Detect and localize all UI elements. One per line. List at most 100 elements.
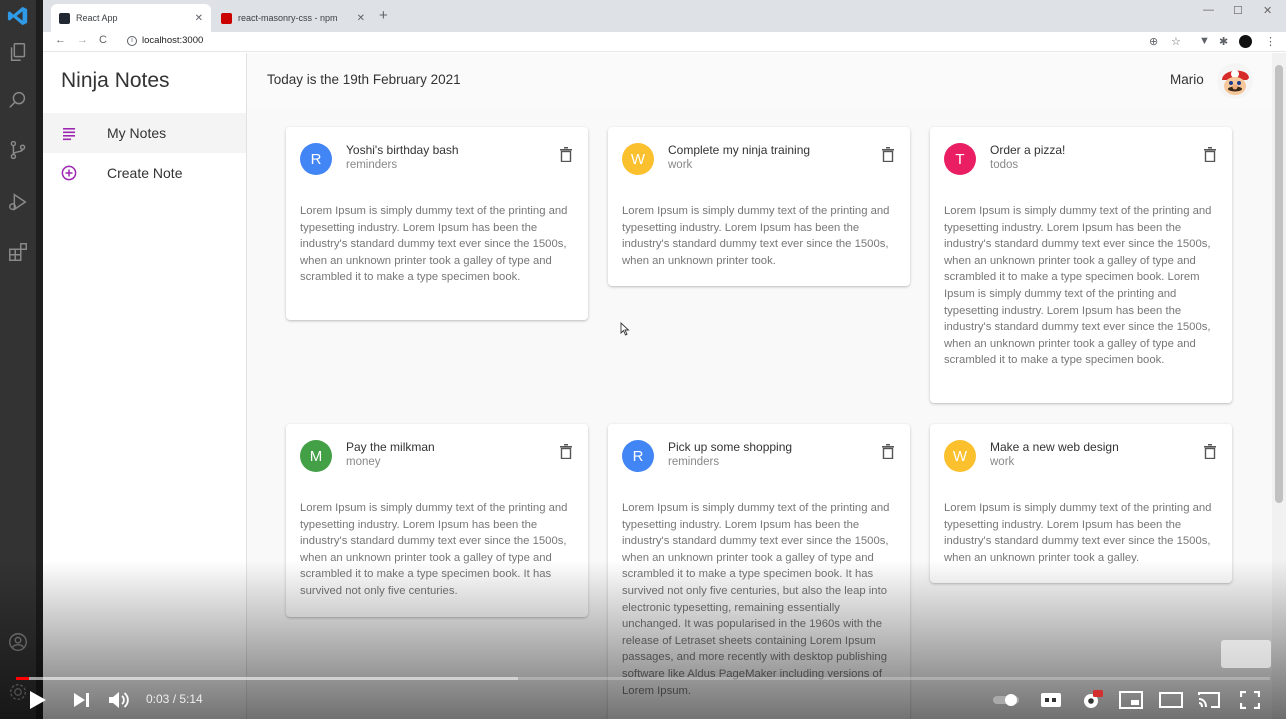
note-category: work (990, 456, 1015, 468)
delete-icon[interactable] (1204, 444, 1216, 459)
tab-label: react-masonry-css - npm (238, 13, 338, 23)
vue-devtools-icon[interactable]: ▼ (1199, 35, 1210, 47)
scrollbar-thumb[interactable] (1275, 65, 1283, 503)
bookmark-star-icon[interactable]: ☆ (1171, 35, 1181, 48)
new-tab-plus-icon[interactable]: + (379, 7, 388, 24)
menu-item-create-note[interactable]: Create Note (43, 153, 246, 193)
extensions-icon[interactable] (6, 240, 30, 264)
note-avatar: M (300, 440, 332, 472)
url-text: localhost:3000 (142, 35, 204, 46)
reload-icon[interactable]: C (99, 34, 107, 46)
tab-react-app[interactable]: React App ✕ (51, 4, 211, 32)
zoom-icon[interactable]: ⊕ (1149, 35, 1158, 48)
note-card: W Complete my ninja training work Lorem … (608, 127, 910, 286)
buffered-bar (16, 677, 518, 680)
mario-face-icon (1217, 63, 1253, 99)
run-debug-icon[interactable] (6, 190, 30, 214)
mouse-cursor-icon (620, 322, 630, 336)
note-avatar: W (622, 143, 654, 175)
play-button[interactable] (28, 689, 48, 711)
minimize-icon[interactable]: — (1203, 4, 1214, 16)
browser-window: React App ✕ react-masonry-css - npm ✕ + … (43, 0, 1286, 719)
profile-avatar-icon[interactable] (1239, 35, 1252, 48)
side-drawer: Ninja Notes My Notes Create Note (43, 53, 247, 719)
app-brand: Ninja Notes (61, 69, 170, 92)
page-scrollbar[interactable] (1272, 53, 1286, 719)
delete-icon[interactable] (560, 147, 572, 162)
explorer-icon[interactable] (6, 40, 30, 64)
note-avatar: T (944, 143, 976, 175)
miniplayer-icon (1119, 691, 1143, 709)
mario-avatar[interactable] (1217, 63, 1253, 99)
note-avatar: R (622, 440, 654, 472)
note-body: Lorem Ipsum is simply dummy text of the … (300, 205, 568, 284)
note-category: reminders (668, 456, 720, 468)
tab-close-icon[interactable]: ✕ (195, 13, 203, 24)
notes-app: Ninja Notes My Notes Create Note Today i… (43, 53, 1286, 719)
note-title: Order a pizza! (990, 143, 1066, 157)
manage-gear-icon[interactable] (6, 680, 30, 704)
source-control-icon[interactable] (6, 138, 30, 162)
note-avatar: R (300, 143, 332, 175)
autoplay-toggle-icon (993, 694, 1019, 706)
tab-close-icon[interactable]: ✕ (357, 13, 365, 24)
note-body: Lorem Ipsum is simply dummy text of the … (944, 502, 1212, 564)
note-body: Lorem Ipsum is simply dummy text of the … (300, 502, 568, 597)
theater-mode-button[interactable] (1158, 689, 1184, 711)
address-bar: ← → C i localhost:3000 ⊕ ☆ ▼ ✱ ⋮ (43, 32, 1286, 52)
next-video-button[interactable] (72, 689, 92, 711)
fullscreen-button[interactable] (1238, 689, 1262, 711)
note-title: Complete my ninja training (668, 143, 811, 157)
tab-strip: React App ✕ react-masonry-css - npm ✕ + … (43, 0, 1286, 32)
site-info-icon[interactable]: i (127, 35, 137, 46)
note-title: Pick up some shopping (668, 440, 793, 454)
search-icon[interactable] (6, 88, 30, 112)
captions-button[interactable] (1040, 689, 1062, 711)
note-body: Lorem Ipsum is simply dummy text of the … (622, 502, 890, 697)
vscode-logo-icon (6, 4, 30, 28)
note-card: M Pay the milkman money Lorem Ipsum is s… (286, 424, 588, 617)
video-time: 0:03 / 5:14 (146, 692, 203, 706)
npm-favicon-icon (221, 12, 232, 24)
note-card: W Make a new web design work Lorem Ipsum… (930, 424, 1232, 583)
theater-mode-icon (1159, 692, 1183, 708)
next-icon (74, 693, 89, 707)
captions-icon (1041, 693, 1061, 707)
delete-icon[interactable] (882, 444, 894, 459)
cast-icon (1198, 692, 1220, 708)
settings-button[interactable] (1080, 689, 1104, 711)
note-body: Lorem Ipsum is simply dummy text of the … (622, 205, 890, 267)
app-bar: Today is the 19th February 2021 Mario (247, 53, 1286, 107)
maximize-icon[interactable]: ☐ (1233, 4, 1243, 17)
user-name: Mario (1170, 72, 1204, 87)
video-progress-bar[interactable] (16, 677, 1270, 680)
autoplay-toggle[interactable] (992, 689, 1022, 711)
note-title: Yoshi's birthday bash (346, 143, 459, 157)
delete-icon[interactable] (560, 444, 572, 459)
play-icon (30, 691, 46, 709)
vscode-activity-bar (0, 0, 36, 719)
react-favicon-icon (59, 12, 70, 24)
screen: React App ✕ react-masonry-css - npm ✕ + … (0, 0, 1286, 719)
menu-label: Create Note (107, 165, 183, 181)
back-arrow-icon[interactable]: ← (55, 34, 66, 46)
note-card: T Order a pizza! todos Lorem Ipsum is si… (930, 127, 1232, 403)
menu-label: My Notes (107, 125, 167, 141)
forward-arrow-icon[interactable]: → (77, 34, 88, 46)
miniplayer-button[interactable] (1118, 689, 1144, 711)
close-window-icon[interactable]: ✕ (1263, 4, 1272, 17)
account-icon[interactable] (6, 630, 30, 654)
volume-button[interactable] (108, 689, 132, 711)
extensions-puzzle-icon[interactable]: ✱ (1219, 35, 1228, 48)
channel-watermark[interactable] (1221, 640, 1271, 668)
browser-menu-icon[interactable]: ⋮ (1265, 35, 1276, 48)
tab-npm[interactable]: react-masonry-css - npm ✕ (213, 4, 373, 32)
note-category: reminders (346, 159, 398, 171)
delete-icon[interactable] (882, 147, 894, 162)
note-category: work (668, 159, 693, 171)
url-field[interactable]: i localhost:3000 (127, 35, 203, 46)
cast-button[interactable] (1196, 689, 1222, 711)
menu-item-my-notes[interactable]: My Notes (43, 113, 246, 153)
delete-icon[interactable] (1204, 147, 1216, 162)
note-card: R Yoshi's birthday bash reminders Lorem … (286, 127, 588, 320)
